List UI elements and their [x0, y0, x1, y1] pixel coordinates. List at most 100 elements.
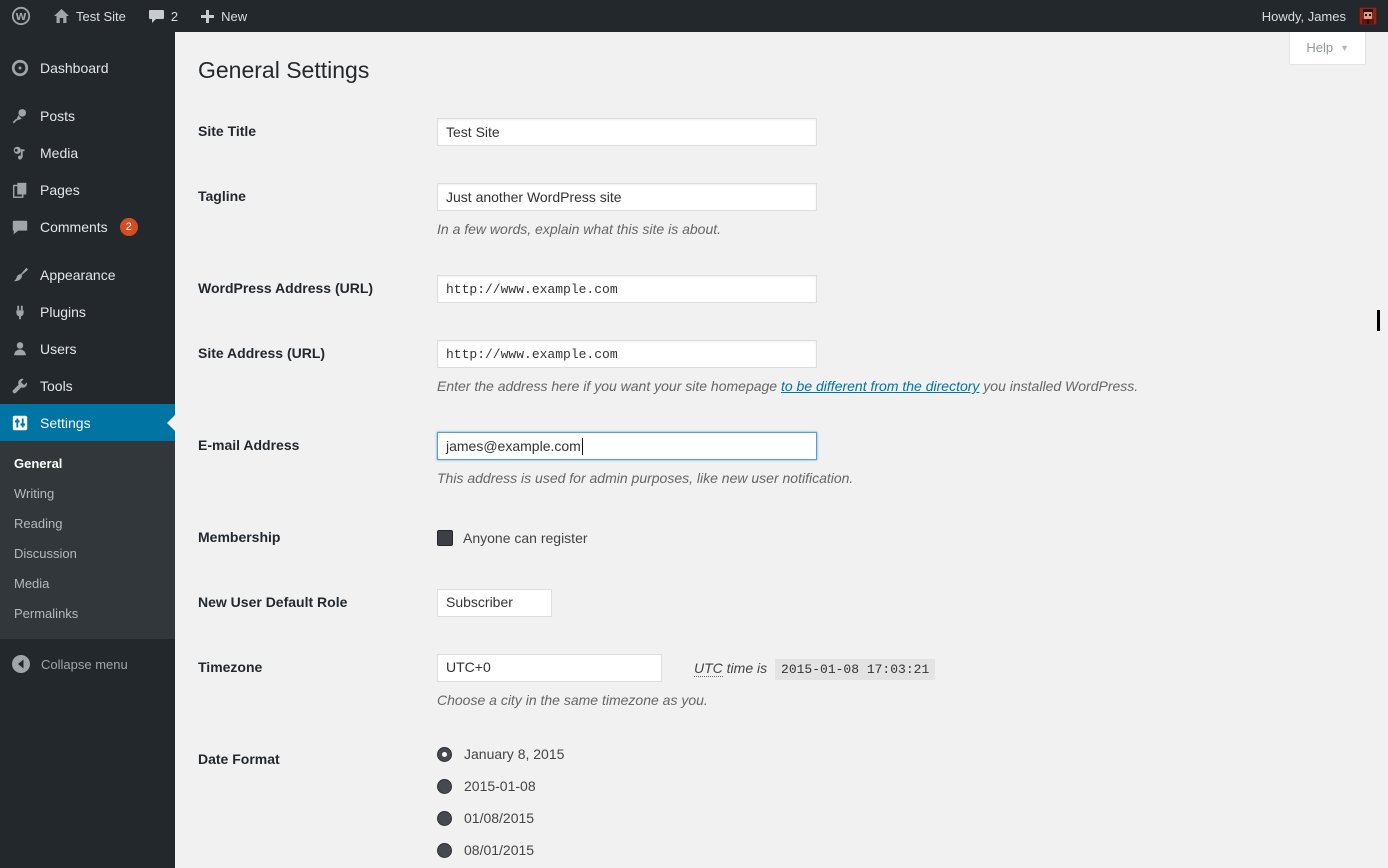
settings-submenu: General Writing Reading Discussion Media… [0, 441, 175, 639]
utc-abbr: UTC [694, 660, 723, 677]
tagline-help-text: In a few words, explain what this site i… [437, 220, 1368, 238]
date-format-option: 08/01/2015 [437, 842, 1368, 858]
email-value: james@example.com [446, 438, 581, 454]
sidebar-item-dashboard[interactable]: Dashboard [0, 49, 175, 86]
dashboard-icon [10, 58, 30, 78]
visit-site-link[interactable]: Test Site [42, 0, 137, 32]
submenu-item-reading[interactable]: Reading [0, 509, 175, 539]
help-text-prefix: Enter the address here if you want your … [437, 378, 781, 394]
sidebar-item-comments[interactable]: Comments 2 [0, 208, 175, 245]
plus-icon [200, 9, 215, 24]
submenu-item-media[interactable]: Media [0, 569, 175, 599]
date-format-option-label: 01/08/2015 [464, 810, 534, 826]
comment-icon [10, 217, 30, 237]
date-format-option-label: 2015-01-08 [464, 778, 536, 794]
wordpress-logo-icon: W [11, 6, 31, 26]
admin-sidebar: Dashboard Posts Media Pages Comments [0, 32, 175, 868]
date-format-radio-0[interactable] [437, 747, 452, 762]
sidebar-item-users[interactable]: Users [0, 330, 175, 367]
site-title-input[interactable] [437, 118, 817, 146]
timezone-label: Timezone [198, 654, 437, 709]
sidebar-item-settings[interactable]: Settings [0, 404, 175, 441]
email-field[interactable]: james@example.com [437, 432, 817, 460]
timezone-select[interactable]: UTC+0 [437, 654, 662, 682]
site-title-row: Site Title [198, 118, 1368, 146]
date-format-option: January 8, 2015 [437, 746, 1368, 762]
menu-separator [0, 245, 175, 256]
date-format-row: Date Format January 8, 2015 2015-01-08 0… [198, 746, 1368, 868]
submenu-item-writing[interactable]: Writing [0, 479, 175, 509]
general-settings-form: Site Title Tagline In a few words, expla… [198, 118, 1368, 868]
submenu-item-general[interactable]: General [0, 449, 175, 479]
current-menu-arrow [159, 415, 175, 431]
site-title-label: Site Title [198, 118, 437, 146]
sidebar-item-label: Plugins [40, 304, 86, 320]
pages-icon [10, 180, 30, 200]
sidebar-item-label: Dashboard [40, 60, 109, 76]
sidebar-item-label: Pages [40, 182, 80, 198]
date-format-option: 2015-01-08 [437, 778, 1368, 794]
date-format-option-label: 08/01/2015 [464, 842, 534, 858]
text-caret [582, 438, 583, 455]
sidebar-item-posts[interactable]: Posts [0, 97, 175, 134]
collapse-arrow-icon [11, 654, 31, 674]
membership-row: Membership Anyone can register [198, 524, 1368, 552]
sidebar-item-pages[interactable]: Pages [0, 171, 175, 208]
anyone-can-register-label: Anyone can register [463, 530, 588, 546]
different-directory-link[interactable]: to be different from the directory [781, 378, 979, 394]
sidebar-item-label: Tools [40, 378, 73, 394]
date-format-label: Date Format [198, 746, 437, 868]
new-content-menu[interactable]: New [189, 0, 258, 32]
tagline-row: Tagline In a few words, explain what thi… [198, 183, 1368, 238]
utc-time-value: 2015-01-08 17:03:21 [775, 659, 935, 680]
wordpress-address-input[interactable] [437, 275, 817, 303]
tagline-label: Tagline [198, 183, 437, 238]
settings-icon [10, 413, 30, 433]
media-icon [10, 143, 30, 163]
wordpress-address-row: WordPress Address (URL) [198, 275, 1368, 303]
user-icon [10, 339, 30, 359]
site-address-input[interactable] [437, 340, 817, 368]
email-help-text: This address is used for admin purposes,… [437, 469, 1368, 487]
mouse-text-cursor [1377, 310, 1380, 331]
svg-text:W: W [15, 12, 26, 23]
admin-bar-comments[interactable]: 2 [137, 0, 189, 32]
site-address-help-text: Enter the address here if you want your … [437, 377, 1368, 395]
comments-count-badge: 2 [120, 218, 138, 236]
sidebar-item-media[interactable]: Media [0, 134, 175, 171]
settings-page: Help ▼ General Settings Site Title Tagli… [175, 32, 1388, 868]
default-role-label: New User Default Role [198, 589, 437, 617]
wordpress-logo-menu[interactable]: W [0, 0, 42, 32]
sidebar-item-label: Users [40, 341, 77, 357]
email-label: E-mail Address [198, 432, 437, 487]
sidebar-item-appearance[interactable]: Appearance [0, 256, 175, 293]
help-text-suffix: you installed WordPress. [979, 378, 1138, 394]
sidebar-item-label: Posts [40, 108, 75, 124]
chevron-down-icon: ▼ [1340, 43, 1349, 53]
submenu-item-permalinks[interactable]: Permalinks [0, 599, 175, 629]
date-format-option-label: January 8, 2015 [464, 746, 564, 762]
collapse-menu-button[interactable]: Collapse menu [0, 647, 175, 681]
sidebar-item-tools[interactable]: Tools [0, 367, 175, 404]
collapse-menu-label: Collapse menu [41, 657, 128, 672]
my-account-menu[interactable]: Howdy, James [1251, 0, 1388, 32]
submenu-item-discussion[interactable]: Discussion [0, 539, 175, 569]
page-title: General Settings [198, 55, 1368, 85]
new-label: New [221, 9, 247, 24]
pushpin-icon [10, 106, 30, 126]
help-button[interactable]: Help ▼ [1289, 32, 1366, 65]
tagline-input[interactable] [437, 183, 817, 211]
default-role-select[interactable]: Subscriber [437, 589, 552, 617]
utc-note-text: time is [723, 660, 767, 676]
admin-bar-comment-count: 2 [171, 9, 178, 24]
timezone-row: Timezone UTC+0 UTC time is 2015-01-08 17… [198, 654, 1368, 709]
sidebar-item-label: Media [40, 145, 78, 161]
brush-icon [10, 265, 30, 285]
sidebar-item-plugins[interactable]: Plugins [0, 293, 175, 330]
date-format-radio-3[interactable] [437, 843, 452, 858]
anyone-can-register-checkbox[interactable] [437, 530, 453, 546]
date-format-radio-1[interactable] [437, 779, 452, 794]
date-format-radio-2[interactable] [437, 811, 452, 826]
avatar [1359, 7, 1377, 25]
wordpress-address-label: WordPress Address (URL) [198, 275, 437, 303]
